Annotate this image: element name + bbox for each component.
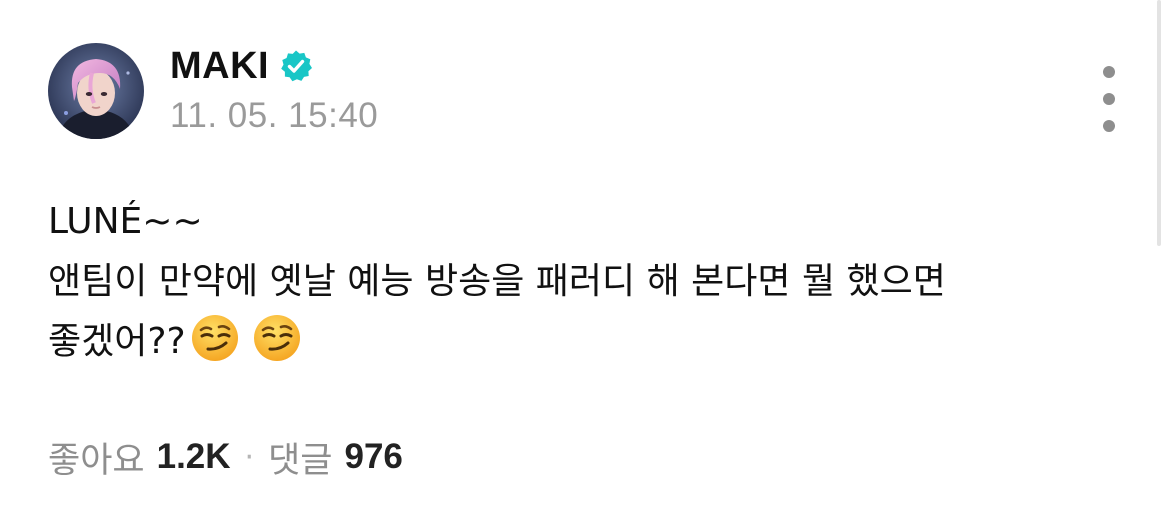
stats-separator: ·: [244, 439, 255, 475]
more-options-button[interactable]: [1092, 66, 1126, 132]
author-row: MAKI: [170, 38, 313, 94]
likes-count: 1.2K: [156, 437, 231, 476]
author-name[interactable]: MAKI: [170, 45, 269, 88]
post-stats: 좋아요 1.2K · 댓글 976: [48, 432, 403, 482]
more-vertical-icon: [1103, 93, 1115, 105]
scrollbar[interactable]: [1157, 0, 1161, 246]
likes-label: 좋아요: [48, 440, 145, 481]
comments-count: 976: [344, 437, 403, 476]
post-body: LUNÉ~~ 앤팀이 만약에 옛날 예능 방송을 패러디 해 본다면 뭘 했으면…: [48, 192, 1128, 372]
more-vertical-icon: [1103, 120, 1115, 132]
comments-label: 댓글: [268, 440, 333, 481]
smirking-face-icon: [190, 313, 240, 363]
post-body-text: 좋겠어??: [48, 321, 186, 362]
verified-badge-icon: [279, 49, 313, 83]
post-body-line: LUNÉ~~: [48, 201, 203, 242]
likes-stat[interactable]: 좋아요 1.2K: [48, 432, 231, 483]
smirking-face-icon: [252, 313, 302, 363]
avatar[interactable]: [48, 43, 144, 139]
post-body-line: 앤팀이 만약에 옛날 예능 방송을 패러디 해 본다면 뭘 했으면: [48, 261, 946, 302]
more-vertical-icon: [1103, 66, 1115, 78]
comments-stat[interactable]: 댓글 976: [268, 432, 403, 483]
avatar-image: [48, 43, 144, 139]
post-body-line-last: 좋겠어??: [48, 312, 1128, 372]
post-timestamp: 11. 05. 15:40: [170, 96, 379, 135]
